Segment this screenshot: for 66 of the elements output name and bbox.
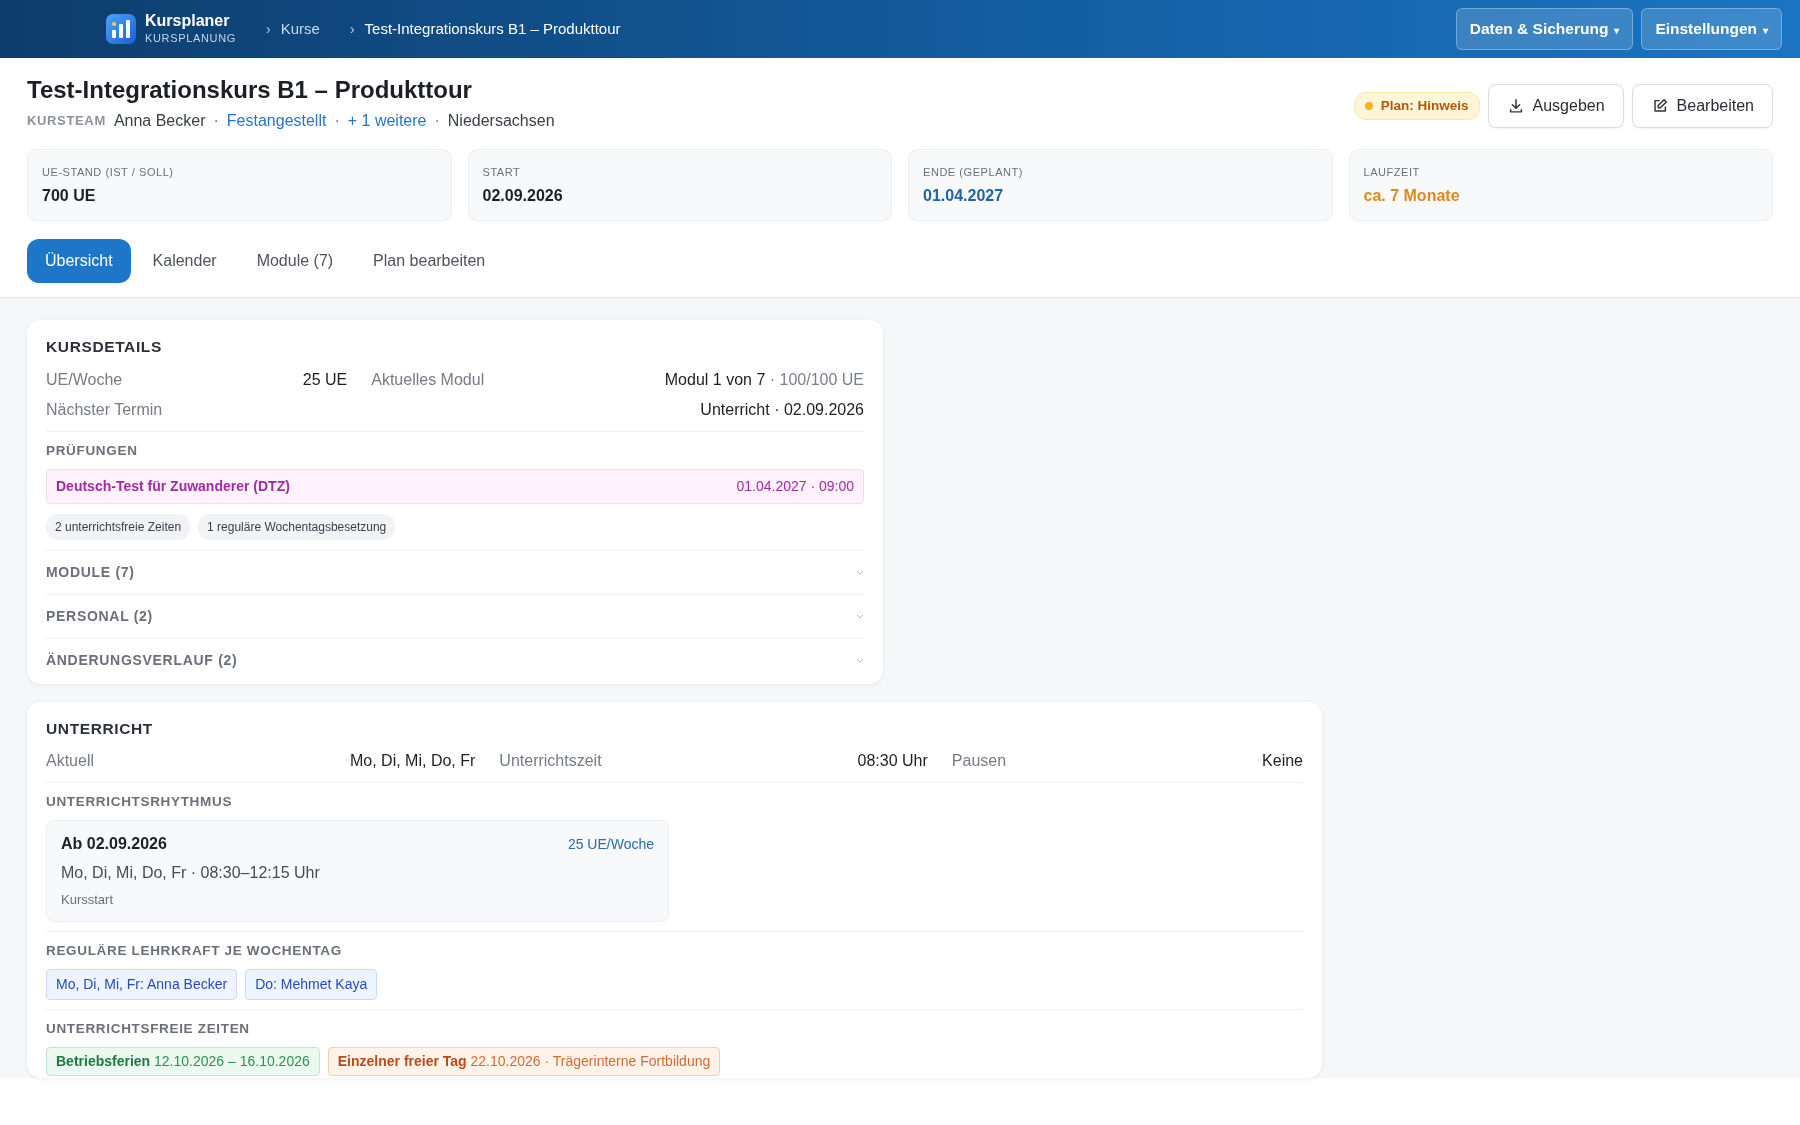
meta-link[interactable]: + 1 weitere	[347, 108, 427, 133]
menu-button[interactable]: Einstellungen ▾	[1641, 8, 1782, 50]
app-logo-icon	[105, 13, 137, 45]
field-label: Aktuell	[46, 751, 95, 772]
section-title: PRÜFUNGEN	[46, 441, 139, 460]
rhythm-note: Kursstart	[61, 891, 114, 910]
action-button[interactable]: Bearbeiten	[1631, 84, 1773, 128]
teacher-tag: Mo, Di, Mi, Fr: Anna Becker	[46, 969, 238, 1001]
rhythm-start: Ab 02.09.2026	[61, 834, 167, 855]
field-label: Unterrichtszeit	[499, 751, 602, 772]
collapsible-section[interactable]: PERSONAL (2)	[46, 593, 864, 638]
tab[interactable]: Module (7)	[238, 239, 352, 284]
page-title: Test-Integrationskurs B1 – Produkttour	[27, 76, 473, 105]
breadcrumb-link[interactable]: Kurse	[280, 17, 320, 41]
section-title: UNTERRICHTSFREIE ZEITEN	[46, 1020, 251, 1039]
exam-date: 01.04.2027 · 09:00	[736, 476, 854, 496]
menu-button[interactable]: Daten & Sicherung ▾	[1455, 8, 1634, 50]
app-name: Kursplaner	[145, 11, 231, 30]
rhythm-rate: 25 UE/Woche	[567, 834, 654, 854]
field-label: UE/Woche	[46, 369, 123, 390]
free-period-tag: Betriebsferien 12.10.2026 – 16.10.2026	[46, 1047, 320, 1077]
summary-tag: 1 reguläre Wochentagsbesetzung	[198, 513, 396, 540]
collapsible-section[interactable]: MODULE (7)	[46, 549, 864, 594]
stat-value: 01.04.2027	[923, 186, 1005, 207]
stat-label: LAUFZEIT	[1363, 164, 1421, 180]
app-subtitle: KURSPLANUNG	[145, 30, 236, 46]
breadcrumb-current: Test-Integrationskurs B1 – Produkttour	[364, 18, 621, 39]
section-title: UNTERRICHTSRHYTHMUS	[46, 793, 234, 812]
breadcrumb-separator: ›	[266, 19, 271, 39]
rhythm-schedule: Mo, Di, Mi, Do, Fr · 08:30–12:15 Uhr	[61, 863, 321, 884]
stat-label: START	[482, 164, 522, 180]
field-value: Unterricht · 02.09.2026	[700, 399, 864, 420]
card-title: KURSDETAILS	[46, 337, 163, 358]
tab[interactable]: Kalender	[134, 239, 235, 284]
exam-name: Deutsch-Test für Zuwanderer (DTZ)	[56, 476, 290, 496]
tab[interactable]: Plan bearbeiten	[355, 239, 504, 284]
section-title: REGULÄRE LEHRKRAFT JE WOCHENTAG	[46, 941, 343, 960]
separator-dot: ·	[334, 110, 340, 131]
stat-label: UE-STAND (IST / SOLL)	[42, 164, 175, 180]
meta-text: Anna Becker	[113, 110, 206, 131]
meta-text: Niedersachsen	[447, 110, 555, 131]
stat-value: 700 UE	[42, 186, 97, 207]
stat-label: ENDE (GEPLANT)	[923, 164, 1024, 180]
card-title: UNTERRICHT	[46, 718, 154, 739]
field-label: Pausen	[951, 751, 1007, 772]
action-button[interactable]: Ausgeben	[1487, 84, 1624, 128]
free-period-tag: Einzelner freier Tag 22.10.2026 · Trägerinterne Fortbildung	[327, 1047, 721, 1077]
field-value: 25 UE	[302, 369, 348, 390]
meta-link[interactable]: Festangestellt	[226, 108, 327, 133]
field-label: Aktuelles Modul	[371, 369, 485, 390]
field-value: Keine	[1262, 751, 1303, 772]
separator-dot: ·	[434, 110, 440, 131]
field-label: Nächster Termin	[46, 399, 163, 420]
team-label: KURSTEAM	[27, 112, 106, 131]
summary-tag: 2 unterrichtsfreie Zeiten	[46, 513, 191, 540]
breadcrumb-separator: ›	[349, 19, 355, 39]
collapsible-section[interactable]: ÄNDERUNGSVERLAUF (2)	[46, 637, 864, 682]
field-value: 08:30 Uhr	[857, 751, 928, 772]
stat-value: ca. 7 Monate	[1363, 186, 1461, 207]
field-value: Modul 1 von 7 · 100/100 UE	[664, 369, 864, 390]
separator-dot: ·	[213, 110, 219, 131]
tab[interactable]: Übersicht	[27, 239, 131, 284]
field-value: Mo, Di, Mi, Do, Fr	[350, 751, 476, 772]
status-badge: Plan: Hinweis	[1353, 91, 1480, 121]
teacher-tag: Do: Mehmet Kaya	[245, 969, 378, 1001]
stat-value: 02.09.2026	[482, 186, 564, 207]
